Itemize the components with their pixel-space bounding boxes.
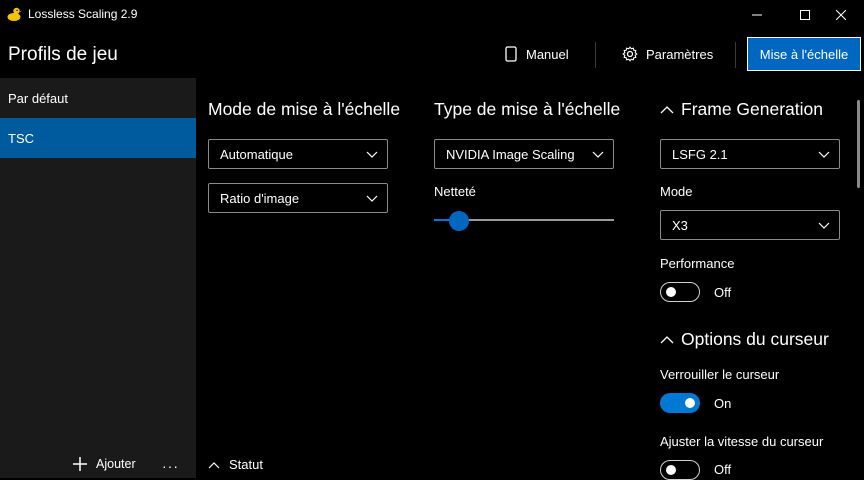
chevron-up-icon (660, 105, 674, 113)
add-profile-label: Ajouter (96, 457, 136, 471)
lock-cursor-label: Verrouiller le curseur (660, 367, 780, 382)
performance-toggle[interactable] (660, 282, 700, 302)
add-profile-button[interactable]: Ajouter (72, 456, 136, 472)
header-divider (735, 42, 736, 68)
aspect-ratio-dropdown[interactable]: Ratio d'image (208, 183, 388, 213)
scaling-mode-dropdown[interactable]: Automatique (208, 139, 388, 169)
toggle-knob (666, 464, 676, 475)
mode-label: Mode (660, 184, 693, 199)
slider-thumb[interactable] (449, 211, 469, 231)
page-title: Profils de jeu (8, 44, 118, 65)
toggle-knob (685, 398, 695, 408)
frame-generation-title: Frame Generation (681, 99, 824, 119)
cursor-options-header[interactable]: Options du curseur (660, 329, 829, 350)
dropdown-value: LSFG 2.1 (672, 146, 728, 162)
gear-icon (622, 46, 638, 62)
sidebar-item-tsc[interactable]: TSC (0, 118, 196, 158)
manual-label: Manuel (526, 46, 569, 62)
cursor-speed-state: Off (714, 462, 732, 477)
cursor-options-title: Options du curseur (681, 329, 829, 349)
dropdown-value: Automatique (220, 146, 293, 162)
chevron-down-icon (366, 151, 378, 158)
sharpness-slider[interactable] (434, 210, 614, 232)
chevron-down-icon (592, 151, 604, 158)
close-icon (836, 10, 846, 20)
chevron-up-icon (208, 461, 220, 468)
lock-cursor-toggle[interactable] (660, 393, 700, 413)
cursor-speed-toggle[interactable] (660, 460, 700, 480)
scale-button[interactable]: Mise à l'échelle (747, 37, 861, 71)
scaling-type-dropdown[interactable]: NVIDIA Image Scaling (434, 139, 614, 169)
status-header[interactable]: Statut (208, 457, 263, 472)
more-options-button[interactable]: ··· (162, 458, 179, 474)
minimize-button[interactable] (734, 0, 780, 30)
sharpness-label: Netteté (434, 184, 476, 199)
sidebar-item-label: TSC (8, 130, 34, 146)
dropdown-value: X3 (672, 217, 688, 233)
scaling-type-title: Type de mise à l'échelle (434, 99, 621, 119)
lock-cursor-state: On (714, 396, 732, 411)
settings-label: Paramètres (646, 46, 714, 62)
sidebar-item-label: Par défaut (8, 90, 68, 106)
window-title: Lossless Scaling 2.9 (28, 7, 138, 21)
chevron-down-icon (366, 195, 378, 202)
frame-generation-version-dropdown[interactable]: LSFG 2.1 (660, 139, 840, 169)
cursor-speed-label: Ajuster la vitesse du curseur (660, 434, 824, 449)
scrollbar[interactable] (857, 100, 860, 188)
sidebar-item-default[interactable]: Par défaut (0, 78, 196, 118)
maximize-icon (800, 10, 810, 20)
settings-button[interactable]: Paramètres (622, 43, 713, 65)
performance-state: Off (714, 285, 732, 300)
status-title: Statut (229, 457, 263, 472)
performance-label: Performance (660, 256, 735, 271)
dropdown-value: NVIDIA Image Scaling (446, 146, 575, 162)
duck-logo-icon (6, 6, 22, 22)
header-divider (595, 42, 596, 68)
frame-generation-header[interactable]: Frame Generation (660, 99, 823, 120)
close-button[interactable] (818, 0, 864, 30)
frame-generation-mode-dropdown[interactable]: X3 (660, 210, 840, 240)
toggle-knob (666, 286, 676, 297)
scaling-mode-title: Mode de mise à l'échelle (208, 99, 401, 119)
chevron-down-icon (818, 151, 830, 158)
dropdown-value: Ratio d'image (220, 190, 300, 206)
minimize-icon (752, 14, 762, 16)
manual-button[interactable]: Manuel (504, 43, 569, 65)
chevron-up-icon (660, 335, 674, 343)
book-icon (505, 46, 517, 62)
plus-icon (73, 457, 87, 471)
chevron-down-icon (818, 222, 830, 229)
